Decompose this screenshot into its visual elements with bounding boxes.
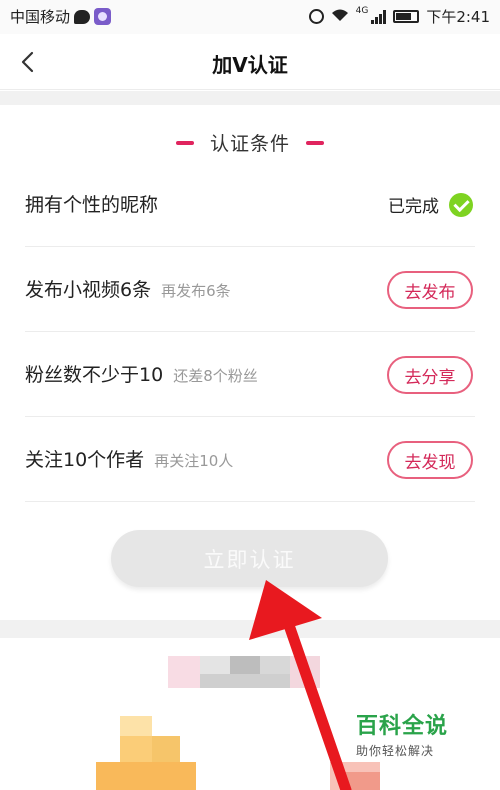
section-dash-right xyxy=(306,140,324,145)
condition-title: 发布小视频6条 xyxy=(25,279,152,301)
condition-status: 已完成 xyxy=(388,192,473,217)
alarm-icon xyxy=(308,9,324,24)
condition-label: 粉丝数不少于10 还差8个粉丝 xyxy=(25,333,258,417)
condition-title: 拥有个性的昵称 xyxy=(25,194,159,216)
condition-hint: 还差8个粉丝 xyxy=(173,367,258,385)
condition-hint: 再关注10人 xyxy=(154,452,234,470)
status-text: 已完成 xyxy=(388,197,439,217)
message-icon xyxy=(74,9,91,24)
condition-label: 发布小视频6条 再发布6条 xyxy=(25,248,231,332)
section-divider-bottom xyxy=(0,620,500,638)
condition-row-videos: 发布小视频6条 再发布6条 去发布 xyxy=(25,248,475,332)
status-bar-left: 中国移动 xyxy=(10,6,112,27)
share-button[interactable]: 去分享 xyxy=(387,356,473,394)
section-title: 认证条件 xyxy=(209,133,290,155)
watermark-logo: 百科全说 助你轻松解决 xyxy=(356,708,468,764)
condition-row-fans: 粉丝数不少于10 还差8个粉丝 去分享 xyxy=(25,333,475,417)
discover-button[interactable]: 去发现 xyxy=(387,441,473,479)
watermark-title: 百科全说 xyxy=(356,714,449,739)
wifi-icon xyxy=(331,8,349,26)
publish-button[interactable]: 去发布 xyxy=(387,271,473,309)
condition-title: 粉丝数不少于10 xyxy=(25,364,164,386)
signal-icon xyxy=(371,9,387,24)
section-divider xyxy=(0,91,500,105)
carrier-name: 中国移动 xyxy=(10,8,71,26)
section-dash-left xyxy=(175,140,194,145)
verify-now-button[interactable]: 立即认证 xyxy=(111,530,388,587)
condition-label: 关注10个作者 再关注10人 xyxy=(25,418,233,502)
network-type: 4G xyxy=(355,5,369,16)
section-header: 认证条件 xyxy=(0,129,500,156)
condition-label: 拥有个性的昵称 xyxy=(25,163,158,247)
watermark-subtitle: 助你轻松解决 xyxy=(356,744,435,758)
status-bar-right: 4G 下午2:41 xyxy=(308,5,490,27)
check-circle-icon xyxy=(449,192,473,217)
app-icon xyxy=(94,8,112,25)
condition-title: 关注10个作者 xyxy=(25,449,145,471)
status-bar: 中国移动 4G 下午2:41 xyxy=(0,0,500,34)
condition-row-follow: 关注10个作者 再关注10人 去发现 xyxy=(25,418,475,502)
page-title: 加V认证 xyxy=(212,53,288,77)
nav-bar: 加V认证 xyxy=(0,34,500,90)
condition-row-nickname: 拥有个性的昵称 已完成 xyxy=(25,163,475,247)
battery-icon xyxy=(393,10,420,23)
condition-hint: 再发布6条 xyxy=(161,282,231,300)
conditions-card: 认证条件 拥有个性的昵称 已完成 发布小视频6条 再发布6条 去发布 粉丝数不少于… xyxy=(0,105,500,620)
clock-time: 下午2:41 xyxy=(426,8,490,26)
